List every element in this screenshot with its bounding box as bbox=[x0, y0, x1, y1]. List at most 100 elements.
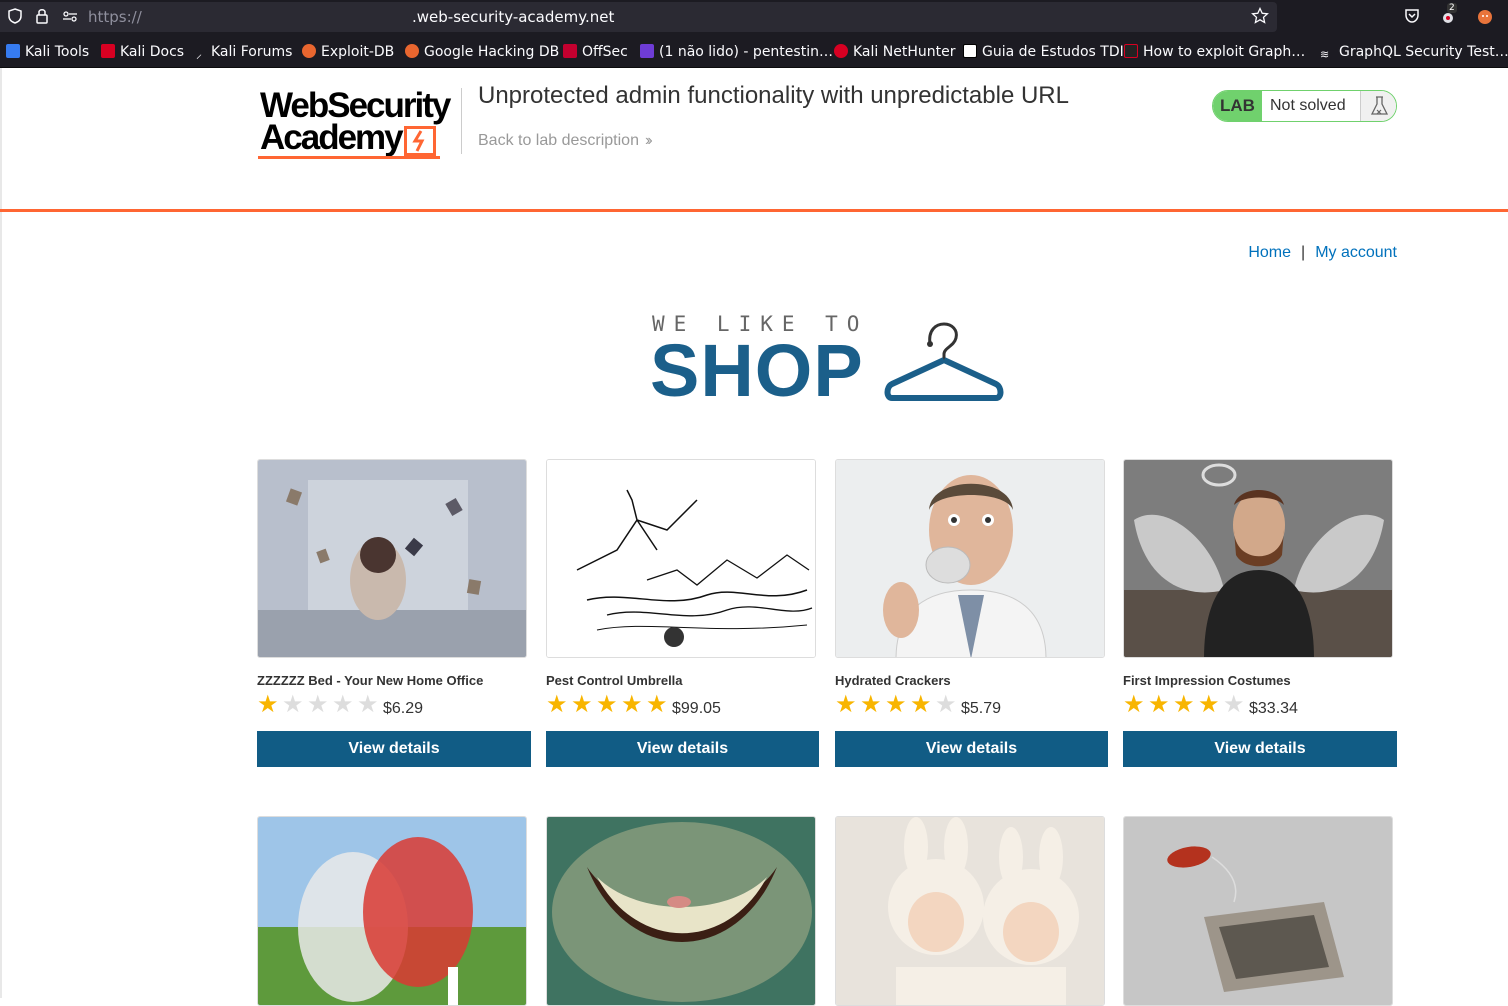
url-field[interactable] bbox=[0, 2, 1277, 32]
url-protocol: https:// bbox=[88, 8, 142, 26]
top-nav: Home | My account bbox=[1248, 244, 1397, 262]
product-name: ZZZZZZ Bed - Your New Home Office bbox=[257, 673, 484, 688]
nav-separator: | bbox=[1301, 244, 1306, 261]
double-chevron-right-icon: ›› bbox=[644, 132, 652, 149]
academy-logo[interactable]: WebSecurity Academy bbox=[258, 88, 458, 160]
product-image bbox=[1123, 816, 1393, 1006]
bookmark-label: (1 não lido) - pentestin… bbox=[659, 44, 833, 60]
star-filled-icon: ★ bbox=[1198, 691, 1220, 718]
bookmark-label: Exploit-DB bbox=[321, 44, 395, 60]
star-empty-icon: ★ bbox=[935, 691, 957, 718]
bookmark-star-icon[interactable] bbox=[1251, 6, 1269, 25]
docs-icon bbox=[101, 44, 115, 58]
lock-icon[interactable] bbox=[33, 7, 51, 25]
bookmark-graphql-exploit[interactable]: How to exploit Graph… bbox=[1124, 43, 1305, 61]
bookmark-graphql-security[interactable]: ≋ GraphQL Security Test… bbox=[1320, 43, 1508, 61]
star-filled-icon: ★ bbox=[835, 691, 857, 718]
lab-status: Not solved bbox=[1270, 97, 1346, 114]
hanger-icon bbox=[884, 322, 1004, 401]
nav-home-link[interactable]: Home bbox=[1248, 244, 1291, 261]
view-details-button[interactable]: View details bbox=[546, 731, 819, 767]
bookmark-label: Kali Tools bbox=[25, 44, 90, 60]
shop-word: SHOP bbox=[650, 329, 864, 412]
bookmarks-toolbar: Kali Tools Kali Docs ⸝ Kali Forums Exploi… bbox=[0, 34, 1508, 68]
star-filled-icon: ★ bbox=[860, 691, 882, 718]
star-empty-icon: ★ bbox=[357, 691, 379, 718]
portswigger-icon bbox=[1124, 44, 1138, 58]
view-details-button[interactable]: View details bbox=[835, 731, 1108, 767]
nav-my-account-link[interactable]: My account bbox=[1315, 244, 1397, 261]
star-filled-icon: ★ bbox=[546, 691, 568, 718]
product-rating: ★ ★ ★ ★ ★ bbox=[835, 693, 960, 717]
logo-underline bbox=[258, 156, 440, 159]
bookmark-mail[interactable]: (1 não lido) - pentestin… bbox=[640, 43, 833, 61]
bookmark-guia-estudos[interactable]: Guia de Estudos TDI bbox=[963, 43, 1124, 61]
bookmark-label: Guia de Estudos TDI bbox=[982, 44, 1124, 60]
product-name: First Impression Costumes bbox=[1123, 673, 1291, 688]
view-details-button[interactable]: View details bbox=[1123, 731, 1397, 767]
product-name: Hydrated Crackers bbox=[835, 673, 951, 688]
bookmark-label: How to exploit Graph… bbox=[1143, 44, 1306, 60]
star-filled-icon: ★ bbox=[1123, 691, 1145, 718]
bookmark-label: Google Hacking DB bbox=[424, 44, 560, 60]
bookmark-label: GraphQL Security Test… bbox=[1339, 44, 1508, 60]
star-empty-icon: ★ bbox=[1223, 691, 1245, 718]
product-image bbox=[257, 459, 527, 658]
star-empty-icon: ★ bbox=[282, 691, 304, 718]
shield-icon[interactable] bbox=[6, 7, 24, 25]
lab-title: Unprotected admin functionality with unp… bbox=[478, 82, 1069, 109]
kali-icon bbox=[6, 44, 20, 58]
product-image bbox=[835, 816, 1105, 1006]
star-empty-icon: ★ bbox=[307, 691, 329, 718]
logo-mark-icon bbox=[404, 126, 436, 156]
product-name: Pest Control Umbrella bbox=[546, 673, 683, 688]
star-filled-icon: ★ bbox=[1148, 691, 1170, 718]
product-image bbox=[546, 459, 816, 658]
flask-icon bbox=[1360, 91, 1396, 121]
back-to-lab-description-link[interactable]: Back to lab description ›› bbox=[478, 132, 652, 150]
burp-extension-icon[interactable] bbox=[1476, 7, 1494, 25]
bookmark-kali-forums[interactable]: ⸝ Kali Forums bbox=[192, 43, 292, 61]
view-details-button[interactable]: View details bbox=[257, 731, 531, 767]
star-filled-icon: ★ bbox=[596, 691, 618, 718]
product-image bbox=[835, 459, 1105, 658]
product-image bbox=[257, 816, 527, 1006]
bookmark-label: OffSec bbox=[582, 44, 628, 60]
product-price: $33.34 bbox=[1249, 700, 1298, 717]
product-image bbox=[1123, 459, 1393, 658]
page-content: WebSecurity Academy Unprotected admin fu… bbox=[0, 68, 1508, 1006]
permissions-icon[interactable] bbox=[61, 7, 79, 25]
bookmark-label: Kali Docs bbox=[120, 44, 185, 60]
mail-icon bbox=[640, 44, 654, 58]
pocket-icon[interactable] bbox=[1403, 7, 1421, 25]
bookmark-google-hacking-db[interactable]: Google Hacking DB bbox=[405, 43, 559, 61]
product-price: $99.05 bbox=[672, 700, 721, 717]
shop-logo: WE LIKE TO SHOP bbox=[650, 312, 1004, 412]
star-filled-icon: ★ bbox=[910, 691, 932, 718]
back-link-label: Back to lab description bbox=[478, 132, 639, 149]
bookmark-offsec[interactable]: OffSec bbox=[563, 43, 628, 61]
dragon-icon: ⸝ bbox=[195, 47, 202, 61]
logo-line2: Academy bbox=[260, 118, 404, 157]
browser-url-bar: https:// .web-security-academy.net 2 bbox=[0, 0, 1508, 34]
product-rating: ★ ★ ★ ★ ★ bbox=[546, 693, 671, 717]
lab-status-badge: LAB Not solved bbox=[1212, 90, 1397, 122]
bookmark-kali-nethunter[interactable]: Kali NetHunter bbox=[834, 43, 955, 61]
url-host: .web-security-academy.net bbox=[412, 8, 615, 26]
star-filled-icon: ★ bbox=[621, 691, 643, 718]
product-price: $5.79 bbox=[961, 700, 1002, 717]
header-divider bbox=[461, 88, 462, 154]
product-price: $6.29 bbox=[383, 700, 424, 717]
bookmark-label: Kali NetHunter bbox=[853, 44, 956, 60]
star-filled-icon: ★ bbox=[257, 691, 279, 718]
star-filled-icon: ★ bbox=[885, 691, 907, 718]
star-filled-icon: ★ bbox=[571, 691, 593, 718]
header-rule bbox=[0, 209, 1508, 212]
nethunter-icon bbox=[834, 44, 848, 58]
bookmark-kali-tools[interactable]: Kali Tools bbox=[6, 43, 89, 61]
bookmark-kali-docs[interactable]: Kali Docs bbox=[101, 43, 184, 61]
bookmark-exploit-db[interactable]: Exploit-DB bbox=[302, 43, 394, 61]
ghdb-icon bbox=[405, 44, 419, 58]
graphql-icon: ≋ bbox=[1320, 48, 1330, 61]
product-rating: ★ ★ ★ ★ ★ bbox=[257, 693, 382, 717]
